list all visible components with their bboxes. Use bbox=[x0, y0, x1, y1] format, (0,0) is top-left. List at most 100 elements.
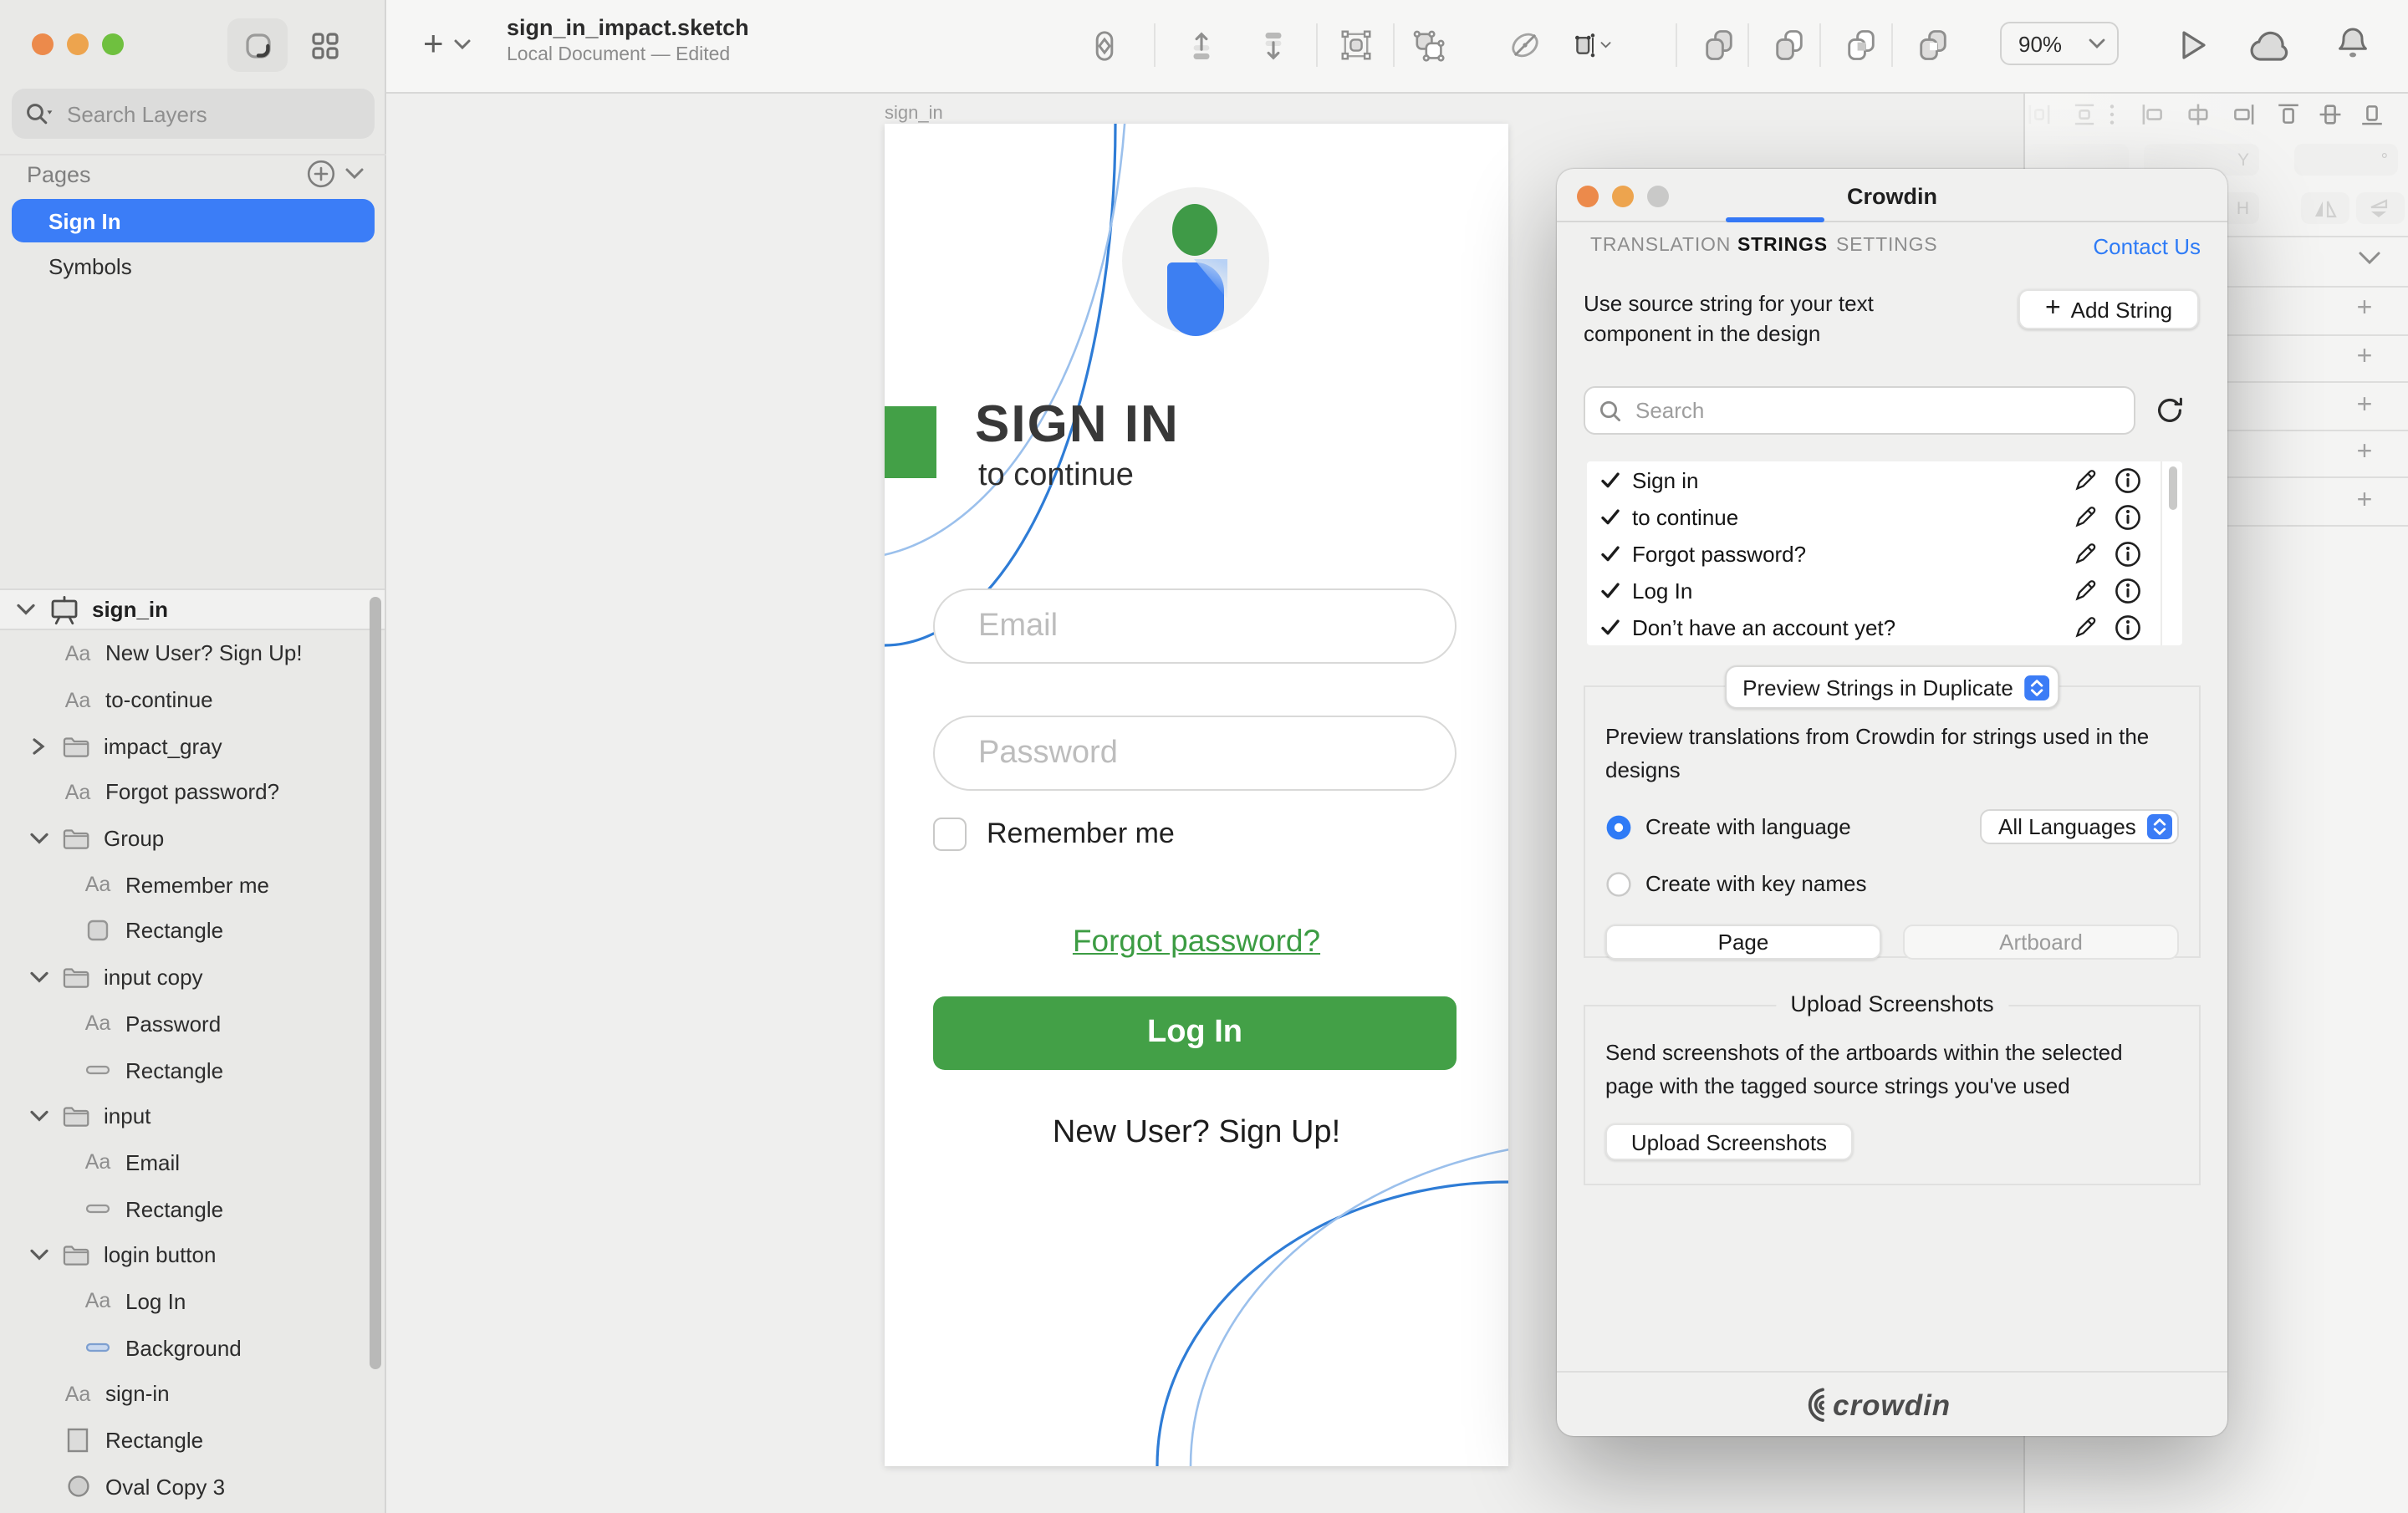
chevron-down-icon[interactable] bbox=[27, 832, 50, 845]
layer-item[interactable]: Rectangle bbox=[0, 1047, 371, 1093]
chevron-down-icon[interactable] bbox=[17, 603, 35, 616]
layer-item[interactable]: AaForgot password? bbox=[0, 769, 371, 815]
layer-item[interactable]: Background bbox=[0, 1325, 371, 1371]
artboard-sign-in[interactable]: SIGN IN to continue Email Password Remem… bbox=[885, 124, 1508, 1466]
insert-button[interactable]: + bbox=[423, 27, 472, 62]
add-style-button[interactable]: + bbox=[2351, 438, 2378, 468]
layer-item[interactable]: impact_gray bbox=[0, 723, 371, 769]
zoom-window-button[interactable] bbox=[1647, 186, 1669, 207]
email-field[interactable]: Email bbox=[933, 588, 1457, 664]
zoom-window-button[interactable] bbox=[102, 33, 124, 55]
collapse-pages-button[interactable] bbox=[344, 167, 365, 181]
layer-item[interactable]: AaEmail bbox=[0, 1139, 371, 1185]
preview-play-button[interactable] bbox=[2176, 27, 2209, 64]
flip-horizontal-button[interactable] bbox=[2301, 192, 2349, 224]
edit-string-button[interactable] bbox=[2072, 614, 2099, 640]
difference-icon[interactable] bbox=[1913, 25, 1953, 65]
grid-view-button[interactable] bbox=[294, 18, 355, 72]
edit-string-button[interactable] bbox=[2072, 577, 2099, 604]
align-center-horizontal-icon[interactable] bbox=[2186, 102, 2211, 127]
add-style-button[interactable]: + bbox=[2351, 343, 2378, 373]
group-icon[interactable] bbox=[1336, 25, 1376, 65]
tab-settings[interactable]: SETTINGS bbox=[1836, 222, 1937, 269]
string-row[interactable]: Log In bbox=[1587, 572, 2182, 609]
rotation-field[interactable]: ° bbox=[2294, 144, 2398, 176]
distribute-horizontal-icon[interactable] bbox=[2027, 102, 2052, 127]
edit-string-button[interactable] bbox=[2072, 466, 2099, 493]
add-style-button[interactable]: + bbox=[2351, 487, 2378, 517]
close-window-button[interactable] bbox=[1577, 186, 1599, 207]
close-window-button[interactable] bbox=[32, 33, 54, 55]
chevron-right-icon[interactable] bbox=[27, 736, 50, 755]
string-row[interactable]: Forgot password? bbox=[1587, 535, 2182, 572]
log-in-button[interactable]: Log In bbox=[933, 996, 1457, 1070]
add-style-button[interactable]: + bbox=[2351, 391, 2378, 421]
remember-me-checkbox[interactable] bbox=[933, 818, 967, 851]
language-dropdown[interactable]: All Languages bbox=[1980, 810, 2179, 845]
layer-item[interactable]: input bbox=[0, 1093, 371, 1139]
intersect-icon[interactable] bbox=[1841, 25, 1881, 65]
ungroup-icon[interactable] bbox=[1408, 25, 1448, 65]
chevron-down-icon[interactable] bbox=[27, 970, 50, 984]
string-info-button[interactable] bbox=[2114, 539, 2142, 568]
cloud-share-button[interactable] bbox=[2247, 30, 2294, 64]
layer-item[interactable]: AaNew User? Sign Up! bbox=[0, 630, 371, 676]
string-search-input[interactable] bbox=[1632, 396, 2090, 425]
string-info-button[interactable] bbox=[2114, 613, 2142, 641]
bring-forward-icon[interactable] bbox=[1181, 25, 1221, 65]
add-page-button[interactable] bbox=[306, 159, 336, 189]
list-scrollbar[interactable] bbox=[2169, 466, 2177, 510]
collapse-section-button[interactable] bbox=[2358, 251, 2381, 266]
sign-up-link[interactable]: New User? Sign Up! bbox=[885, 1115, 1508, 1152]
artboard-button[interactable]: Artboard bbox=[1903, 925, 2179, 960]
rotate-icon[interactable] bbox=[1505, 25, 1545, 65]
send-backward-icon[interactable] bbox=[1252, 25, 1293, 65]
crowdin-titlebar[interactable]: Crowdin bbox=[1557, 169, 2227, 222]
union-icon[interactable] bbox=[1699, 25, 1739, 65]
radio-create-with-key-names[interactable] bbox=[1605, 871, 1632, 898]
layer-item[interactable]: input copy bbox=[0, 955, 371, 1001]
align-left-icon[interactable] bbox=[2140, 102, 2166, 127]
string-info-button[interactable] bbox=[2114, 466, 2142, 494]
sidebar-page-symbols[interactable]: Symbols bbox=[12, 244, 375, 288]
add-string-button[interactable]: + Add String bbox=[2018, 289, 2199, 329]
layer-item[interactable]: AaRemember me bbox=[0, 862, 371, 908]
layer-item[interactable]: AaLog In bbox=[0, 1278, 371, 1324]
radio-create-with-language[interactable] bbox=[1605, 814, 1632, 841]
artboard-group-row[interactable]: sign_in bbox=[0, 588, 385, 630]
layer-item[interactable]: Rectangle bbox=[0, 1186, 371, 1232]
upload-screenshots-button[interactable]: Upload Screenshots bbox=[1605, 1124, 1853, 1161]
layer-item[interactable]: Oval Copy 3 bbox=[0, 1464, 371, 1510]
sidebar-page-sign-in[interactable]: Sign In bbox=[12, 199, 375, 242]
page-button[interactable]: Page bbox=[1605, 925, 1881, 960]
string-row[interactable]: Sign in bbox=[1587, 461, 2182, 498]
layer-item[interactable]: AaPassword bbox=[0, 1001, 371, 1047]
distribute-vertical-icon[interactable] bbox=[2072, 102, 2097, 127]
sidebar-scrollbar[interactable] bbox=[370, 597, 381, 1369]
zoom-control[interactable]: 90% bbox=[2000, 22, 2119, 65]
string-row[interactable]: Don’t have an account yet? bbox=[1587, 609, 2182, 645]
string-info-button[interactable] bbox=[2114, 502, 2142, 531]
contact-us-link[interactable]: Contact Us bbox=[2093, 222, 2201, 269]
chevron-down-icon[interactable] bbox=[27, 1249, 50, 1262]
shape-tool-icon[interactable] bbox=[1084, 25, 1124, 65]
align-top-icon[interactable] bbox=[2276, 102, 2301, 127]
subtract-icon[interactable] bbox=[1769, 25, 1809, 65]
canvas-view-button[interactable] bbox=[227, 18, 288, 72]
layer-item[interactable]: Group bbox=[0, 816, 371, 862]
notifications-bell-button[interactable] bbox=[2336, 25, 2370, 67]
add-style-button[interactable]: + bbox=[2351, 294, 2378, 324]
layer-search-field[interactable] bbox=[12, 89, 375, 139]
layer-item[interactable]: Aato-continue bbox=[0, 676, 371, 722]
more-icon[interactable] bbox=[2107, 102, 2117, 127]
align-middle-vertical-icon[interactable] bbox=[2318, 102, 2343, 127]
layer-item[interactable]: Rectangle bbox=[0, 908, 371, 954]
resize-icon[interactable] bbox=[1572, 25, 1612, 65]
layer-item[interactable]: Rectangle bbox=[0, 1417, 371, 1463]
edit-string-button[interactable] bbox=[2072, 540, 2099, 567]
password-field[interactable]: Password bbox=[933, 716, 1457, 791]
string-info-button[interactable] bbox=[2114, 576, 2142, 604]
align-bottom-icon[interactable] bbox=[2360, 102, 2385, 127]
flip-vertical-button[interactable] bbox=[2356, 192, 2405, 224]
edit-string-button[interactable] bbox=[2072, 503, 2099, 530]
